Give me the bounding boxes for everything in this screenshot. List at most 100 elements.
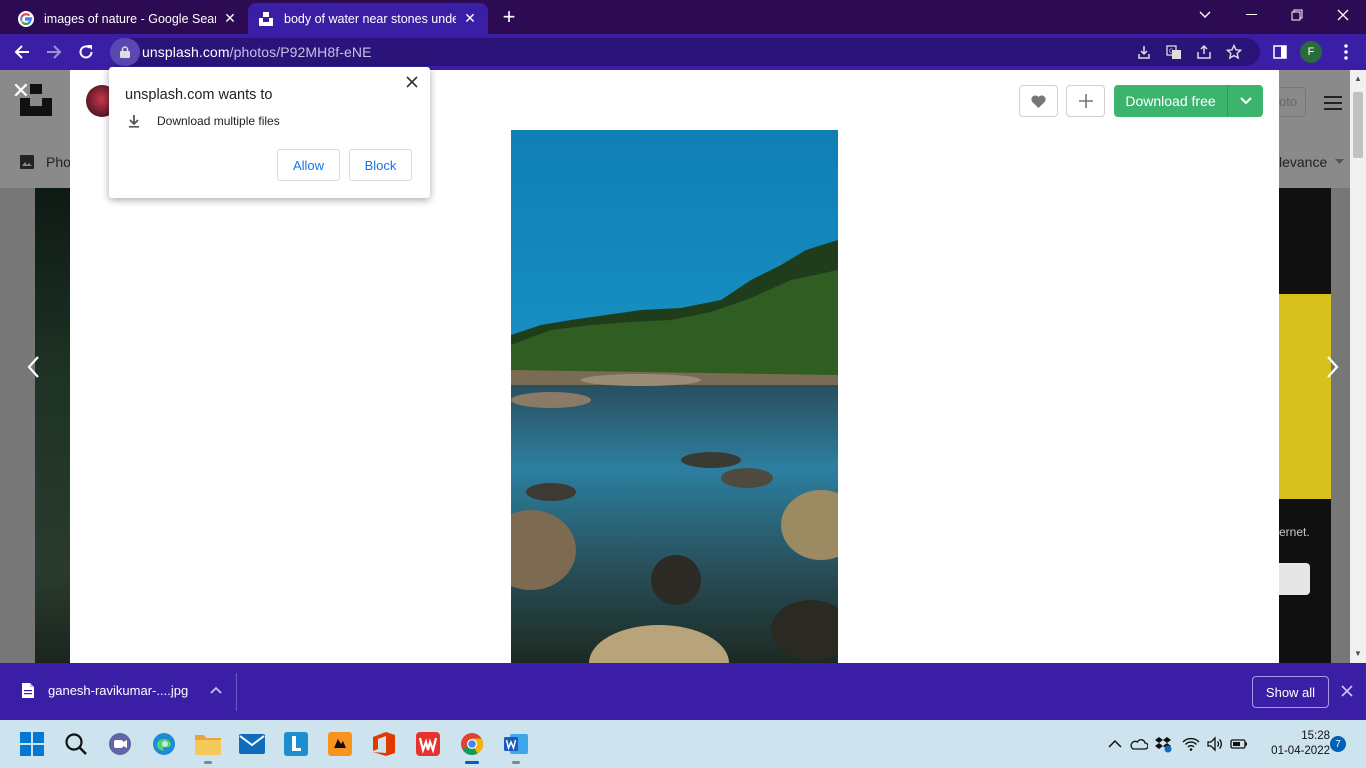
chevron-left-icon[interactable] <box>24 353 44 381</box>
share-icon[interactable] <box>1196 44 1212 60</box>
l-app-icon <box>284 732 308 756</box>
chrome-button[interactable] <box>457 728 487 764</box>
onedrive-icon[interactable] <box>1130 735 1148 753</box>
unsplash-icon <box>259 11 273 26</box>
file-explorer-button[interactable] <box>193 728 223 764</box>
teams-chat-button[interactable] <box>105 728 135 760</box>
battery-icon[interactable] <box>1230 735 1248 753</box>
profile-avatar[interactable]: F <box>1300 41 1322 63</box>
browser-toolbar: unsplash.com/photos/P92MH8f-eNE G F <box>0 34 1366 70</box>
game-icon <box>328 732 352 756</box>
edge-button[interactable] <box>149 728 179 760</box>
page-scrollbar[interactable]: ▲ ▼ <box>1350 70 1366 663</box>
chevron-down-icon <box>1335 159 1344 164</box>
minimize-button[interactable] <box>1228 0 1274 30</box>
background-submit-photo-button[interactable]: oto <box>1279 87 1306 117</box>
word-button[interactable] <box>501 728 531 764</box>
background-photos-tab[interactable]: Pho <box>20 154 71 170</box>
minimize-icon <box>1245 14 1257 15</box>
running-indicator <box>512 761 520 764</box>
block-button[interactable]: Block <box>349 149 412 181</box>
url-text: unsplash.com/photos/P92MH8f-eNE <box>142 44 372 60</box>
clock-time: 15:28 <box>1301 730 1330 742</box>
popup-title: unsplash.com wants to <box>125 87 273 103</box>
scroll-thumb[interactable] <box>1353 92 1363 158</box>
heart-icon <box>1031 94 1046 108</box>
close-icon[interactable]: ✕ <box>222 10 238 27</box>
back-button[interactable] <box>8 38 36 66</box>
chevron-up-icon[interactable] <box>210 685 222 697</box>
close-icon[interactable] <box>1340 684 1354 698</box>
wps-office-button[interactable] <box>413 728 443 760</box>
forward-button[interactable] <box>40 38 68 66</box>
close-icon[interactable]: ✕ <box>462 10 478 27</box>
game-app-button[interactable] <box>325 728 355 760</box>
more-vert-icon <box>1344 44 1348 60</box>
like-button[interactable] <box>1019 85 1058 117</box>
tab-google-search[interactable]: images of nature - Google Search ✕ <box>8 3 248 34</box>
tab-strip: images of nature - Google Search ✕ body … <box>0 0 1366 34</box>
l-app-button[interactable] <box>281 728 311 760</box>
menu-button[interactable] <box>1332 38 1360 66</box>
system-clock[interactable]: 15:28 01-04-2022 <box>1250 729 1330 759</box>
install-icon[interactable] <box>1136 44 1152 60</box>
download-options-button[interactable] <box>1228 85 1263 117</box>
notification-badge[interactable]: 7 <box>1330 736 1346 752</box>
arrow-left-icon <box>14 45 29 59</box>
chevron-right-icon[interactable] <box>1322 353 1342 381</box>
main-photo[interactable] <box>511 130 838 663</box>
download-label[interactable]: Download free <box>1114 85 1228 117</box>
mail-icon <box>239 734 265 754</box>
image-icon <box>20 155 34 169</box>
background-sort-label[interactable]: levance <box>1279 154 1327 170</box>
new-tab-button[interactable]: + <box>499 6 519 28</box>
permission-request: Download multiple files <box>127 114 280 128</box>
windows-taskbar: 15:28 01-04-2022 7 <box>0 720 1366 768</box>
chevron-up-icon[interactable] <box>1106 735 1124 753</box>
side-panel-icon <box>1273 45 1287 59</box>
chevron-down-icon <box>1239 97 1252 105</box>
running-indicator <box>204 761 212 764</box>
tab-search-button[interactable] <box>1182 0 1228 30</box>
chrome-icon <box>461 733 483 755</box>
close-icon[interactable] <box>405 75 419 89</box>
address-bar[interactable]: unsplash.com/photos/P92MH8f-eNE G <box>110 38 1260 66</box>
close-window-button[interactable] <box>1320 0 1366 30</box>
star-icon[interactable] <box>1226 44 1242 60</box>
mail-button[interactable] <box>237 728 267 760</box>
permission-popup: unsplash.com wants to Download multiple … <box>109 67 430 198</box>
search-button[interactable] <box>61 728 91 760</box>
site-info-button[interactable] <box>110 38 140 66</box>
volume-icon[interactable] <box>1206 735 1224 753</box>
scroll-down-arrow[interactable]: ▼ <box>1354 650 1362 658</box>
start-button[interactable] <box>17 728 47 760</box>
arrow-right-icon <box>47 45 62 59</box>
tab-unsplash-photo[interactable]: body of water near stones under ✕ <box>248 3 488 34</box>
translate-icon[interactable]: G <box>1166 44 1182 60</box>
divider <box>236 673 237 711</box>
hamburger-menu-icon[interactable] <box>1324 96 1342 110</box>
edge-icon <box>153 733 175 755</box>
background-ad-button <box>1279 563 1310 595</box>
url-domain: unsplash.com <box>142 44 230 60</box>
svg-text:G: G <box>1169 49 1174 55</box>
dropbox-icon[interactable] <box>1154 735 1172 753</box>
wifi-icon[interactable] <box>1182 735 1200 753</box>
office-button[interactable] <box>369 728 399 760</box>
allow-button[interactable]: Allow <box>277 149 340 181</box>
close-icon <box>1337 9 1349 21</box>
download-item[interactable]: ganesh-ravikumar-....jpg <box>22 683 222 698</box>
reload-button[interactable] <box>72 38 100 66</box>
photos-tab-label: Pho <box>46 154 71 170</box>
show-all-button[interactable]: Show all <box>1252 676 1329 708</box>
word-icon <box>504 734 528 754</box>
side-panel-button[interactable] <box>1266 38 1294 66</box>
office-icon <box>373 732 395 756</box>
scroll-up-arrow[interactable]: ▲ <box>1354 75 1362 83</box>
close-modal-button[interactable]: ✕ <box>10 80 32 102</box>
add-to-collection-button[interactable] <box>1066 85 1105 117</box>
restore-button[interactable] <box>1274 0 1320 30</box>
download-icon <box>129 115 139 128</box>
download-filename: ganesh-ravikumar-....jpg <box>48 683 189 698</box>
download-button[interactable]: Download free <box>1114 85 1263 117</box>
